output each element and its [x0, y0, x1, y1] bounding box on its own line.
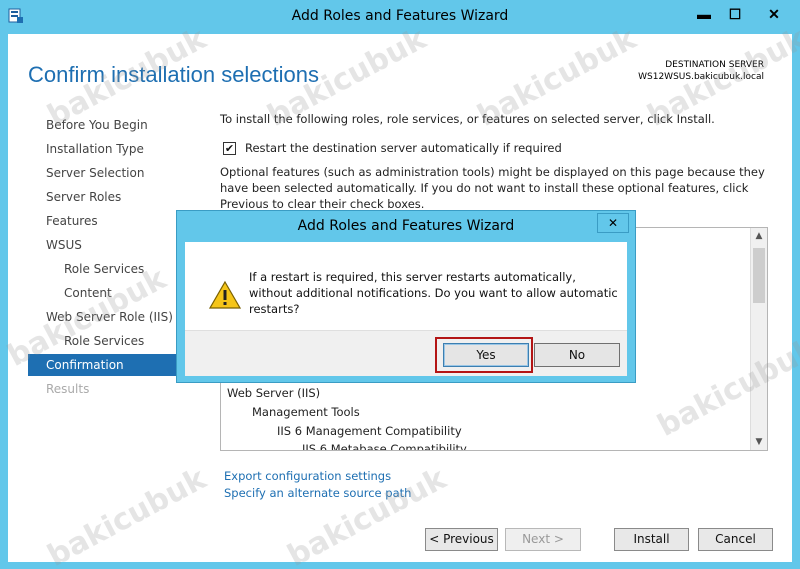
- optional-features-text: Optional features (such as administratio…: [220, 165, 765, 211]
- scroll-thumb[interactable]: [753, 248, 765, 303]
- restart-option[interactable]: ✔ Restart the destination server automat…: [223, 141, 562, 155]
- feature-item: IIS 6 Metabase Compatibility: [302, 442, 467, 450]
- nav-item-confirmation[interactable]: Confirmation: [28, 354, 178, 376]
- wizard-window: Add Roles and Features Wizard ▬ ☐ ✕ Conf…: [0, 0, 800, 569]
- dialog-title: Add Roles and Features Wizard: [297, 218, 515, 234]
- destination-server-label: DESTINATION SERVER: [665, 60, 764, 70]
- destination-server-name: WS12WSUS.bakicubuk.local: [638, 72, 764, 82]
- features-scrollbar[interactable]: ▲ ▼: [750, 228, 767, 450]
- nav-item-wsus[interactable]: WSUS: [28, 234, 178, 256]
- nav-item-features[interactable]: Features: [28, 210, 178, 232]
- nav-item-results: Results: [46, 382, 90, 396]
- restart-confirm-dialog: Add Roles and Features Wizard ✕ If a res…: [176, 210, 636, 383]
- nav-item-iis-role-services[interactable]: Role Services: [28, 330, 178, 352]
- next-button: Next >: [505, 528, 581, 551]
- nav-item-installation-type[interactable]: Installation Type: [28, 138, 178, 160]
- dialog-close-button[interactable]: ✕: [597, 213, 629, 233]
- alternate-source-link[interactable]: Specify an alternate source path: [224, 486, 411, 500]
- page-title: Confirm installation selections: [28, 62, 320, 87]
- close-button[interactable]: ✕: [752, 3, 796, 25]
- window-title: Add Roles and Features Wizard: [291, 8, 509, 24]
- maximize-button[interactable]: ☐: [720, 3, 750, 25]
- dialog-message: If a restart is required, this server re…: [249, 270, 618, 316]
- yes-button[interactable]: Yes: [443, 343, 529, 367]
- nav-item-wsus-role-services[interactable]: Role Services: [28, 258, 178, 280]
- intro-text: To install the following roles, role ser…: [220, 112, 715, 126]
- feature-item: Web Server (IIS): [227, 386, 321, 400]
- nav-item-server-selection[interactable]: Server Selection: [28, 162, 178, 184]
- feature-item-label: IIS 6 Metabase Compatibility: [302, 442, 467, 450]
- scroll-down-icon[interactable]: ▼: [751, 434, 767, 450]
- no-button[interactable]: No: [534, 343, 620, 367]
- install-button[interactable]: Install: [614, 528, 689, 551]
- feature-item: Management Tools: [252, 405, 360, 419]
- warning-icon: [209, 280, 241, 309]
- dialog-button-bar: Yes No: [185, 330, 627, 376]
- restart-checkbox-label[interactable]: Restart the destination server automatic…: [245, 141, 562, 155]
- dialog-body: If a restart is required, this server re…: [185, 242, 627, 376]
- restart-checkbox[interactable]: ✔: [223, 141, 236, 155]
- cancel-button[interactable]: Cancel: [698, 528, 773, 551]
- nav-item-before-you-begin[interactable]: Before You Begin: [28, 114, 178, 136]
- minimize-button[interactable]: ▬: [689, 3, 719, 25]
- nav-item-web-server-role[interactable]: Web Server Role (IIS): [28, 306, 178, 328]
- feature-item: IIS 6 Management Compatibility: [277, 424, 462, 438]
- previous-button[interactable]: < Previous: [425, 528, 498, 551]
- scroll-up-icon[interactable]: ▲: [751, 228, 767, 244]
- destination-server-info: DESTINATION SERVER WS12WSUS.bakicubuk.lo…: [638, 59, 764, 83]
- title-bar: Add Roles and Features Wizard ▬ ☐ ✕: [0, 0, 800, 34]
- nav-item-server-roles[interactable]: Server Roles: [28, 186, 178, 208]
- export-config-link[interactable]: Export configuration settings: [224, 469, 391, 483]
- nav-item-content[interactable]: Content: [28, 282, 178, 304]
